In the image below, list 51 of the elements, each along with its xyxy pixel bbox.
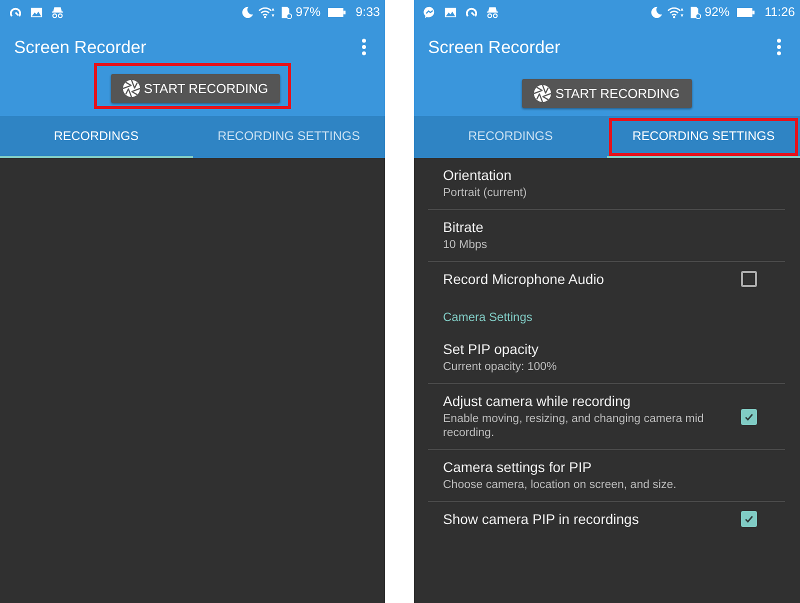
start-recording-button[interactable]: START RECORDING [522,78,692,108]
settings-item[interactable]: Record Microphone Audio [428,261,785,296]
moon-icon [650,6,663,18]
speedometer-icon [465,6,478,18]
app-title: Screen Recorder [428,36,560,58]
settings-item[interactable]: Set PIP opacity Current opacity: 100% [414,332,785,383]
battery-percentage: 97% [296,5,321,19]
settings-item[interactable]: Bitrate 10 Mbps [428,209,785,261]
speedometer-icon [9,6,22,18]
start-recording-button[interactable]: START RECORDING [110,74,280,103]
wifi-icon [258,6,275,18]
setting-title: Set PIP opacity [443,341,540,357]
image-icon [30,6,43,18]
app-title: Screen Recorder [14,36,146,58]
more-options-icon[interactable] [361,38,367,56]
tab[interactable]: RECORDING SETTINGS [607,116,800,158]
clock-time: 11:26 [764,5,795,19]
setting-summary: Current opacity: 100% [443,360,558,374]
camera-shutter-icon [122,79,141,98]
setting-title: Record Microphone Audio [443,271,606,287]
setting-summary: Choose camera, location on screen, and size. [443,478,678,492]
wifi-icon [666,6,684,18]
setting-title: Orientation [443,167,512,183]
setting-summary: Portrait (current) [443,186,528,200]
checkbox[interactable] [741,408,757,424]
settings-item[interactable]: Orientation Portrait (current) [414,158,785,209]
checkbox[interactable] [741,271,757,287]
tab[interactable]: RECORDINGS [0,116,192,158]
battery-percentage: 92% [704,5,730,19]
more-options-icon[interactable] [776,38,782,56]
checkmark-icon [743,513,755,525]
section-header: Camera Settings [442,309,534,326]
battery-icon [736,6,755,18]
checkbox[interactable] [741,511,757,527]
chat-bubble-icon [423,6,436,18]
setting-title: Camera settings for PIP [443,459,593,475]
setting-summary: 10 Mbps [443,238,488,252]
incognito-icon [51,6,64,18]
camera-shutter-icon [533,84,552,102]
clock-time: 9:33 [356,5,380,19]
settings-item[interactable]: Camera settings for PIP Choose camera, location on screen, and size. [428,449,785,501]
image-icon [444,6,457,18]
setting-title: Show camera PIP in recordings [443,511,640,527]
setting-title: Bitrate [443,219,484,235]
battery-icon [328,6,346,18]
moon-icon [240,6,254,18]
setting-summary: Enable moving, resizing, and changing camera mid recording. [443,412,705,440]
settings-item[interactable]: Adjust camera while recording Enable moving, resizing, and changing camera mid recording. [428,383,785,449]
settings-item[interactable]: Show camera PIP in recordings [428,501,785,536]
setting-title: Adjust camera while recording [443,393,632,409]
incognito-icon [486,6,499,18]
